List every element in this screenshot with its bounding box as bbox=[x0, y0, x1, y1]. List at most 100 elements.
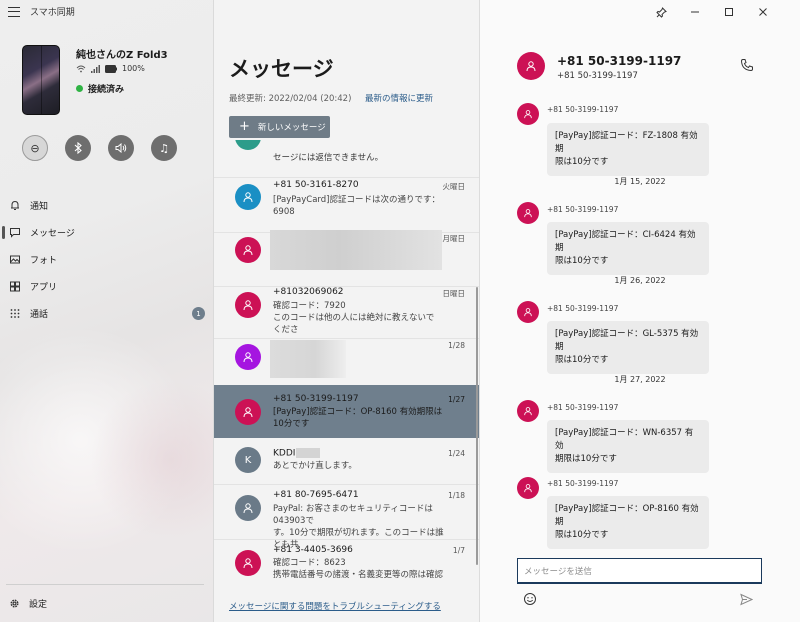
scrollbar-thumb[interactable] bbox=[476, 287, 478, 565]
last-updated: 最終更新: 2022/02/04 (20:42) bbox=[229, 94, 352, 104]
connection-status: 接続済み bbox=[76, 82, 124, 95]
message-input-placeholder: メッセージを送信 bbox=[524, 566, 592, 577]
connected-dot-icon bbox=[76, 85, 83, 92]
person-icon bbox=[243, 352, 253, 363]
conversation-name: +81 50-3199-1197 bbox=[273, 394, 359, 404]
person-icon bbox=[524, 308, 532, 317]
person-icon bbox=[524, 407, 532, 416]
sidebar-nav: 通知 メッセージ フォト アプリ 通話 1 bbox=[0, 192, 213, 327]
quick-actions: ⊖ ♫ bbox=[22, 135, 177, 161]
list-item[interactable]: +81032069062 日曜日 確認コード：7920 このコードは他の人には絶… bbox=[214, 287, 479, 339]
conversation-title: +81 50-3199-1197 bbox=[557, 54, 682, 68]
bell-icon bbox=[11, 200, 19, 210]
message-icon bbox=[10, 228, 20, 238]
person-icon bbox=[524, 110, 532, 119]
person-icon bbox=[243, 245, 253, 256]
message-bubble: [PayPay]認証コード：WN-6357 有効 期限は10分です bbox=[547, 420, 709, 473]
person-icon bbox=[243, 558, 253, 569]
list-item[interactable]: セージには返信できません。 bbox=[214, 140, 479, 178]
send-icon[interactable] bbox=[740, 593, 753, 606]
message-bubble: [PayPay]認証コード：CI-6424 有効期 限は10分です bbox=[547, 222, 709, 275]
list-item[interactable]: +81 3-4405-3696 1/7 確認コード：8623 携帯電話番号の諸渡… bbox=[214, 540, 479, 595]
bluetooth-button[interactable] bbox=[65, 135, 91, 161]
sidebar-item-label: アプリ bbox=[30, 283, 58, 293]
emoji-icon[interactable] bbox=[523, 592, 537, 606]
settings-button[interactable]: 設定 bbox=[9, 597, 47, 610]
conversation-date: 1/27 bbox=[448, 395, 465, 404]
hamburger-menu-icon[interactable] bbox=[8, 6, 20, 17]
music-icon: ♫ bbox=[159, 141, 169, 155]
sidebar-item-label: メッセージ bbox=[30, 229, 75, 239]
troubleshoot-link[interactable]: メッセージに関する問題をトラブルシューティングする bbox=[229, 600, 441, 612]
redacted-content bbox=[270, 340, 346, 378]
sidebar-item-photos[interactable]: フォト bbox=[0, 246, 213, 273]
list-item[interactable]: +81 50-3161-8270 火曜日 [PayPayCard]認証コードは次… bbox=[214, 178, 479, 233]
date-separator: 1月 26, 2022 bbox=[614, 276, 666, 285]
sidebar-item-notifications[interactable]: 通知 bbox=[0, 192, 213, 219]
window-controls bbox=[644, 0, 780, 24]
conversation-date: 1/24 bbox=[448, 449, 465, 458]
list-item[interactable]: K KDDI 1/24 あとでかけ直します。 bbox=[214, 438, 479, 485]
app-titlebar: スマホ同期 bbox=[8, 5, 75, 18]
conversation-name: +81 80-7695-6471 bbox=[273, 490, 359, 500]
message-thread: +81 50-3199-1197 [PayPay]認証コード：FZ-1808 有… bbox=[480, 95, 800, 550]
refresh-link[interactable]: 最新の情報に更新 bbox=[365, 92, 433, 104]
redacted-content bbox=[270, 230, 442, 270]
avatar bbox=[517, 52, 545, 80]
conversation-date: 月曜日 bbox=[442, 234, 466, 243]
sidebar-item-calls[interactable]: 通話 1 bbox=[0, 300, 213, 327]
minimize-button[interactable] bbox=[678, 0, 712, 24]
avatar bbox=[517, 202, 539, 224]
conversation-date: 1/7 bbox=[452, 546, 465, 555]
conversation-preview: 確認コード：7920 このコードは他の人には絶対に教えないでくださ bbox=[273, 301, 435, 335]
pin-icon[interactable] bbox=[644, 0, 678, 24]
list-item-selected[interactable]: +81 50-3199-1197 1/27 [PayPay]認証コード：OP-8… bbox=[214, 385, 479, 438]
maximize-icon bbox=[725, 8, 733, 16]
person-icon bbox=[524, 209, 532, 218]
message-sender: +81 50-3199-1197 bbox=[547, 479, 619, 488]
conversation-name: KDDI bbox=[273, 448, 321, 459]
person-icon bbox=[243, 407, 253, 418]
volume-button[interactable] bbox=[108, 135, 134, 161]
avatar bbox=[235, 550, 261, 576]
conversation-date: 日曜日 bbox=[442, 289, 466, 298]
avatar bbox=[235, 292, 261, 318]
message-bubble: [PayPay]認証コード：FZ-1808 有効期 限は10分です bbox=[547, 123, 709, 176]
sidebar-item-messages[interactable]: メッセージ bbox=[0, 219, 213, 246]
person-icon bbox=[243, 300, 253, 311]
sidebar-item-apps[interactable]: アプリ bbox=[0, 273, 213, 300]
person-icon bbox=[243, 192, 253, 203]
conversation-date: 1/18 bbox=[448, 491, 465, 500]
sidebar: スマホ同期 純也さんのZ Fold3 100% 接続済み ⊖ ♫ 通知 メッセー… bbox=[0, 0, 214, 622]
avatar bbox=[235, 237, 261, 263]
avatar bbox=[517, 400, 539, 422]
sidebar-item-label: 通話 bbox=[30, 310, 49, 320]
photo-icon bbox=[10, 255, 20, 264]
settings-label: 設定 bbox=[29, 600, 48, 610]
conversation-preview: セージには返信できません。 bbox=[273, 153, 384, 163]
list-item[interactable]: 1/28 bbox=[214, 339, 479, 385]
close-button[interactable] bbox=[746, 0, 780, 24]
do-not-disturb-button[interactable]: ⊖ bbox=[22, 135, 48, 161]
avatar bbox=[517, 477, 539, 499]
redacted-content bbox=[296, 448, 321, 458]
message-sender: +81 50-3199-1197 bbox=[547, 403, 619, 412]
plus-icon: + bbox=[239, 119, 250, 134]
divider bbox=[6, 584, 204, 585]
avatar bbox=[235, 140, 261, 150]
list-item[interactable]: 月曜日 bbox=[214, 230, 479, 287]
message-input[interactable]: メッセージを送信 bbox=[517, 558, 762, 584]
music-button[interactable]: ♫ bbox=[151, 135, 177, 161]
maximize-button[interactable] bbox=[712, 0, 746, 24]
minimize-icon bbox=[691, 11, 699, 13]
device-name: 純也さんのZ Fold3 bbox=[76, 50, 168, 61]
avatar bbox=[235, 399, 261, 425]
list-item[interactable]: +81 80-7695-6471 1/18 PayPal: お客さまのセキュリテ… bbox=[214, 485, 479, 550]
conversation-preview: 確認コード：8623 携帯電話番号の諸渡・名義変更等の際は確認 bbox=[273, 558, 444, 580]
new-message-button[interactable]: + 新しいメッセージ bbox=[229, 116, 330, 138]
conversation-name: +81 50-3161-8270 bbox=[273, 180, 359, 190]
conversation-preview: [PayPay]認証コード：OP-8160 有効期限は 10分です bbox=[273, 407, 443, 429]
connection-status-label: 接続済み bbox=[88, 85, 125, 95]
phone-call-icon[interactable] bbox=[740, 58, 754, 72]
avatar: K bbox=[235, 447, 261, 473]
